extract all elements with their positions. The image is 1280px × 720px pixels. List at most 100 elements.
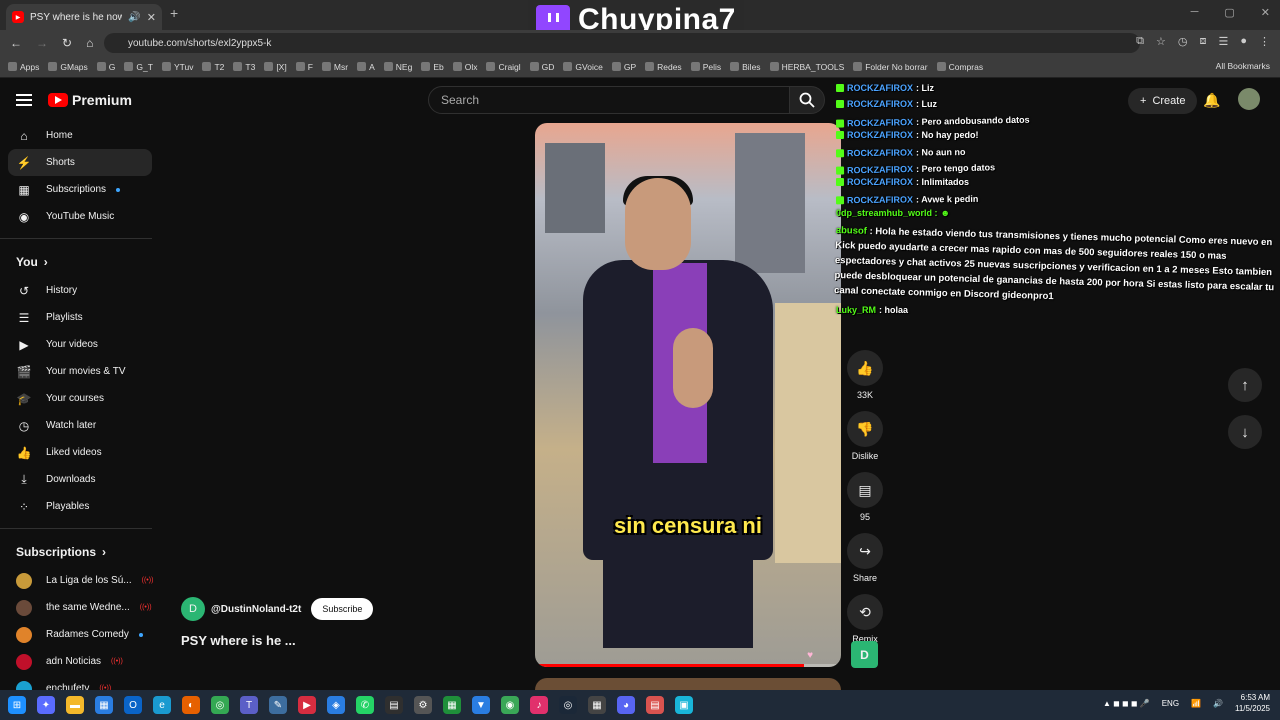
all-bookmarks[interactable]: All Bookmarks xyxy=(1216,61,1270,71)
subscription-item[interactable]: the same Wedne... ((•)) xyxy=(0,594,160,621)
install-icon[interactable]: ⧉ xyxy=(1136,35,1144,48)
browser-tab[interactable]: ▶ PSY where is he now #fyp 🔊 ✕ xyxy=(6,4,162,30)
firefox-icon[interactable]: ◐ xyxy=(182,696,200,714)
video-title[interactable]: PSY where is he ... xyxy=(181,633,373,648)
next-short-button[interactable]: ↓ xyxy=(1228,415,1262,449)
sidebar-item[interactable]: ◷ Watch later xyxy=(0,412,160,439)
bookmark-item[interactable]: G xyxy=(96,62,115,72)
whatsapp-icon[interactable]: ✆ xyxy=(356,696,374,714)
channel-thumbnail[interactable]: D xyxy=(851,641,878,668)
bookmark-item[interactable]: F xyxy=(295,62,313,72)
sidebar-item[interactable]: ◉ YouTube Music xyxy=(0,203,160,230)
channel-avatar[interactable]: D xyxy=(181,597,205,621)
wifi-icon[interactable]: 📶 xyxy=(1191,699,1201,708)
you-section-header[interactable]: You › xyxy=(0,247,160,277)
windows-start-icon[interactable]: ⊞ xyxy=(8,696,26,714)
bookmark-item[interactable]: GP xyxy=(611,62,636,72)
bookmark-item[interactable]: Biles xyxy=(730,62,761,72)
sidebar-item[interactable]: 👍 Liked videos xyxy=(0,439,160,466)
sidebar-item[interactable]: ⁘ Playables xyxy=(0,493,160,520)
bookmark-item[interactable]: Olx xyxy=(452,62,477,72)
bookmark-item[interactable]: GMaps xyxy=(48,62,88,72)
forward-icon[interactable]: → xyxy=(36,36,48,50)
notes-icon[interactable]: ▤ xyxy=(385,696,403,714)
subscribe-button[interactable]: Subscribe xyxy=(311,598,374,620)
search-button[interactable] xyxy=(789,86,825,114)
bookmark-item[interactable]: Redes xyxy=(645,62,682,72)
sidebar-item[interactable]: 🎬 Your movies & TV xyxy=(0,358,160,385)
dislike-button[interactable]: 👎 Dislike xyxy=(845,411,885,461)
like-button[interactable]: 👍 33K xyxy=(845,350,885,400)
bookmark-item[interactable]: Folder No borrar xyxy=(853,62,928,72)
menu-icon[interactable]: ⋮ xyxy=(1259,35,1270,48)
bookmark-item[interactable]: A xyxy=(357,62,375,72)
media-player-icon[interactable]: ▶ xyxy=(298,696,316,714)
bookmark-item[interactable]: T2 xyxy=(202,62,224,72)
youtube-logo[interactable]: Premium xyxy=(48,92,132,108)
clock[interactable]: 6:53 AM 11/5/2025 xyxy=(1235,692,1270,714)
subscription-item[interactable]: La Liga de los Sú... ((•)) xyxy=(0,567,160,594)
store-icon[interactable]: ▦ xyxy=(95,696,113,714)
new-tab-button[interactable]: + xyxy=(170,5,178,21)
bookmark-item[interactable]: G_T xyxy=(124,62,153,72)
back-icon[interactable]: ← xyxy=(10,36,22,50)
copilot-icon[interactable]: ✦ xyxy=(37,696,55,714)
media-icon[interactable]: ☰ xyxy=(1218,35,1228,48)
sidebar-item[interactable]: ↺ History xyxy=(0,277,160,304)
bookmark-item[interactable]: GD xyxy=(529,62,554,72)
bookmark-item[interactable]: T3 xyxy=(233,62,255,72)
speaker-icon[interactable]: 🔊 xyxy=(128,12,140,23)
teams-icon[interactable]: T xyxy=(240,696,258,714)
next-short-preview[interactable] xyxy=(535,678,841,690)
channel-name[interactable]: @DustinNoland-t2t xyxy=(211,604,301,615)
calculator-icon[interactable]: ▦ xyxy=(588,696,606,714)
outlook-icon[interactable]: O xyxy=(124,696,142,714)
bookmark-item[interactable]: Craigl xyxy=(486,62,521,72)
bookmark-item[interactable]: Eb xyxy=(421,62,444,72)
bookmark-item[interactable]: Compras xyxy=(936,62,983,72)
remix-button[interactable]: ⟲ Remix xyxy=(845,594,885,644)
volume-icon[interactable]: 🔊 xyxy=(1213,699,1223,708)
steam-icon[interactable]: ◎ xyxy=(559,696,577,714)
bookmark-item[interactable]: Apps xyxy=(8,62,39,72)
star-icon[interactable]: ☆ xyxy=(1156,35,1166,48)
chrome-icon[interactable]: ◎ xyxy=(211,696,229,714)
sidebar-item[interactable]: ⤓ Downloads xyxy=(0,466,160,493)
discord-icon[interactable]: ◕ xyxy=(617,696,635,714)
subscription-item[interactable]: Radames Comedy xyxy=(0,621,160,648)
subscriptions-section-header[interactable]: Subscriptions › xyxy=(0,537,160,567)
reload-icon[interactable]: ↻ xyxy=(62,36,72,50)
edge-icon[interactable]: e xyxy=(153,696,171,714)
file-explorer-icon[interactable]: ▬ xyxy=(66,696,84,714)
app-icon[interactable]: ▣ xyxy=(675,696,693,714)
hamburger-menu-icon[interactable] xyxy=(16,94,32,106)
sidebar-item[interactable]: ☰ Playlists xyxy=(0,304,160,331)
vpn-icon[interactable]: ▼ xyxy=(472,696,490,714)
sidebar-item[interactable]: ▦ Subscriptions xyxy=(0,176,160,203)
previous-short-button[interactable]: ↑ xyxy=(1228,368,1262,402)
bookmark-item[interactable]: Pelis xyxy=(690,62,721,72)
close-tab-icon[interactable]: ✕ xyxy=(147,11,156,24)
profile-icon[interactable]: ● xyxy=(1240,35,1247,48)
language-indicator[interactable]: ENG xyxy=(1162,699,1179,708)
comments-button[interactable]: ▤ 95 xyxy=(845,472,885,522)
bookmark-item[interactable]: GVoice xyxy=(563,62,603,72)
tray-icons[interactable]: ▲ ◼ ◼ ◼ 🎤 xyxy=(1103,699,1150,708)
bookmark-item[interactable]: NEg xyxy=(383,62,412,72)
video-progress-bar[interactable] xyxy=(535,664,841,667)
sidebar-item[interactable]: ⚡ Shorts xyxy=(8,149,152,176)
bookmark-item[interactable]: [X] xyxy=(264,62,287,72)
minimize-button[interactable]: ─ xyxy=(1191,6,1199,19)
shorts-video-player[interactable]: sin censura ni ♥ xyxy=(535,123,841,667)
maximize-button[interactable]: ▢ xyxy=(1224,6,1234,19)
sidebar-item[interactable]: 🎓 Your courses xyxy=(0,385,160,412)
settings-icon[interactable]: ⚙ xyxy=(414,696,432,714)
share-button[interactable]: ↪ Share xyxy=(845,533,885,583)
sidebar-item[interactable]: ▶ Your videos xyxy=(0,331,160,358)
bookmark-item[interactable]: Msr xyxy=(321,62,348,72)
close-window-button[interactable]: ✕ xyxy=(1261,6,1270,19)
bookmark-item[interactable]: YTuv xyxy=(161,62,193,72)
bookmark-item[interactable]: HERBA_TOOLS xyxy=(769,62,844,72)
sheets-icon[interactable]: ▦ xyxy=(443,696,461,714)
sidebar-item[interactable]: ⌂ Home xyxy=(0,122,160,149)
